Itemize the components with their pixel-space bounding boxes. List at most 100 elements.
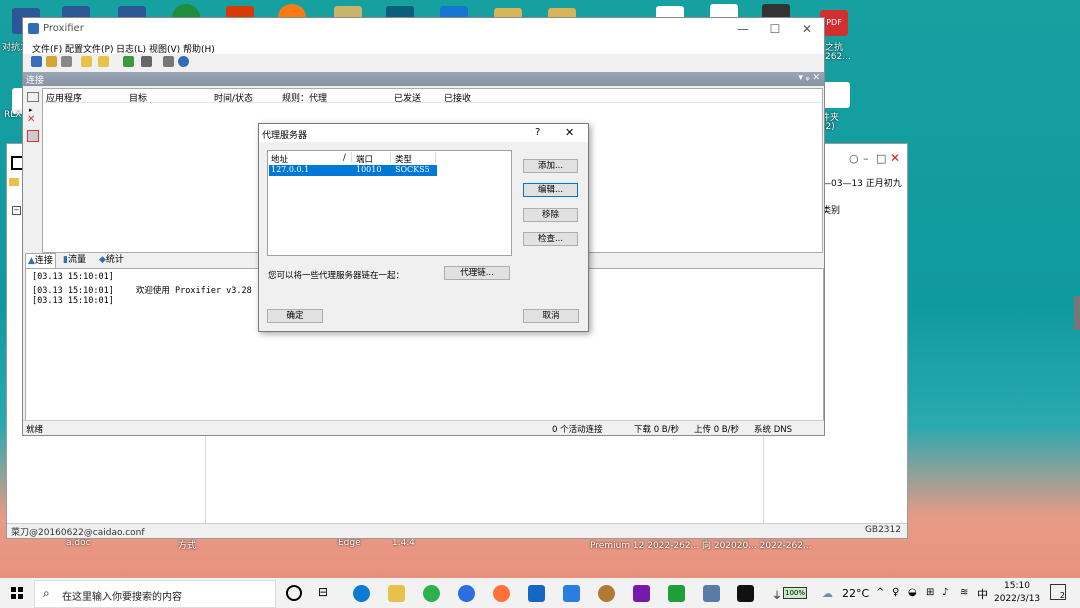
notification-icon[interactable]: 2 [1050, 584, 1066, 600]
network-icon[interactable]: ◒ [908, 587, 917, 598]
save-icon[interactable] [61, 56, 72, 67]
rules-icon[interactable] [141, 56, 152, 67]
close-button[interactable]: ✕ [798, 21, 816, 37]
pycharm-icon[interactable] [668, 585, 685, 602]
close-button[interactable]: ✕ [890, 151, 900, 165]
ime-indicator[interactable]: 中 [977, 586, 988, 602]
statistics-icon: ◆ [99, 255, 106, 265]
minimize-button[interactable]: ○ [849, 152, 859, 165]
log-line: [03.13 15:10:01] [32, 296, 114, 306]
divider [390, 152, 391, 163]
weather-temp[interactable]: 22°C [842, 587, 869, 600]
desktop-label: RLX [4, 110, 22, 120]
window-title: Proxifier [43, 23, 84, 34]
column-address[interactable]: 地址 [271, 153, 288, 165]
proxy-list[interactable]: 地址 / 端口 类型 127.0.0.1 10010 SOCKS5 [267, 150, 512, 256]
dialog-title-bar[interactable]: 代理服务器 ? ✕ [259, 124, 588, 142]
tab-label: 统计 [105, 255, 124, 265]
help-icon[interactable] [178, 56, 189, 67]
clock-time[interactable]: 15:10 [1004, 581, 1030, 591]
folder-small-icon [9, 178, 19, 186]
log-time: [03.13 15:10:01] [32, 296, 114, 306]
remove-button[interactable]: 移除 [523, 208, 578, 222]
column-sort: / [343, 153, 346, 163]
desktop-label: a.doc [66, 538, 91, 548]
volume-icon[interactable]: ♪ [942, 587, 948, 598]
date-text: —03—13 正月初九 [822, 179, 902, 189]
task-view-icon[interactable]: ⊟ [318, 585, 332, 599]
file-explorer-icon[interactable] [388, 585, 405, 602]
log-line: [03.13 15:10:01] [32, 272, 114, 282]
log-time: [03.13 15:10:01] [32, 286, 114, 296]
minimize-button[interactable]: — [734, 21, 752, 37]
battery-indicator[interactable]: 100% [783, 587, 807, 599]
search-box[interactable]: ⌕ 在这里输入你要搜索的内容 [34, 580, 276, 608]
tab-statistics[interactable]: ◆统计 [97, 253, 126, 267]
browser-icon[interactable] [598, 585, 615, 602]
search-placeholder: 在这里输入你要搜索的内容 [62, 592, 182, 603]
chevron-up-icon[interactable]: ^ [876, 587, 884, 598]
columns-icon[interactable] [27, 92, 39, 102]
maximize-button[interactable]: ☐ [766, 21, 784, 37]
column-type[interactable]: 类型 [395, 153, 412, 165]
scroll-handle[interactable] [1074, 296, 1080, 330]
add-button[interactable]: 添加... [523, 159, 578, 173]
desktop-label: 方式 [178, 541, 197, 551]
edge-icon[interactable] [353, 585, 370, 602]
dialog-title: 代理服务器 [262, 131, 308, 141]
open-profile-icon[interactable] [46, 56, 57, 67]
close-button[interactable]: ✕ [565, 126, 574, 139]
check-button[interactable]: 检查... [523, 232, 578, 246]
print-icon[interactable] [163, 56, 174, 67]
proxy-servers-dialog: 代理服务器 ? ✕ 地址 / 端口 类型 127.0.0.1 10010 SOC… [258, 123, 589, 332]
clock-date[interactable]: 2022/3/13 [994, 594, 1040, 604]
onenote-icon[interactable] [633, 585, 650, 602]
proxy-chains-button[interactable]: 代理链... [444, 266, 510, 280]
collapse-icon[interactable]: − [12, 206, 21, 215]
ok-button[interactable]: 确定 [267, 309, 323, 323]
column-port[interactable]: 端口 [356, 153, 373, 165]
edit-button[interactable]: 编辑... [523, 183, 578, 197]
folder-icon[interactable] [98, 56, 109, 67]
todo-icon[interactable] [563, 585, 580, 602]
proxy-servers-icon[interactable] [123, 56, 134, 67]
maximize-button[interactable]: □ [876, 152, 886, 165]
proxy-row[interactable]: 127.0.0.1 10010 SOCKS5 [269, 165, 437, 176]
status-file: 菜刀@20160622@caidao.conf [11, 528, 145, 538]
proxy-type: SOCKS5 [395, 165, 430, 174]
kill-icon[interactable] [27, 130, 39, 142]
wifi-icon[interactable]: ≋ [960, 587, 968, 598]
toolbar [23, 54, 824, 71]
tab-traffic[interactable]: ▮流量 [61, 253, 88, 267]
screenshot-icon[interactable]: ⊞ [926, 587, 934, 598]
proxifier-taskbar-icon[interactable] [703, 585, 720, 602]
dash-button[interactable]: – [863, 152, 869, 165]
cancel-button[interactable]: 取消 [523, 309, 579, 323]
new-profile-icon[interactable] [31, 56, 42, 67]
qq-icon[interactable]: ♀ [892, 587, 899, 598]
cloud-icon: ☁ [822, 587, 833, 600]
status-encoding: GB2312 [864, 525, 901, 535]
l-app-icon[interactable] [458, 585, 475, 602]
dark-app-icon[interactable] [737, 585, 754, 602]
proxy-address: 127.0.0.1 [271, 165, 310, 174]
folder-open-icon[interactable] [81, 56, 92, 67]
pane-controls[interactable]: ▾ ᵩ ✕ [798, 73, 820, 83]
title-bar[interactable]: Proxifier — ☐ ✕ [23, 18, 824, 40]
tab-connections[interactable]: ▲连接 [25, 253, 56, 268]
cortana-icon[interactable] [286, 585, 302, 601]
mail-icon[interactable] [528, 585, 545, 602]
close-connection-icon[interactable]: ✕ [27, 114, 35, 125]
help-button[interactable]: ? [535, 127, 540, 138]
folder-3-icon[interactable] [822, 82, 850, 108]
search-icon: ⌕ [43, 586, 50, 600]
firefox-icon[interactable] [493, 585, 510, 602]
taskbar: ⌕ 在这里输入你要搜索的内容 ⊟ ⏚ 100% ☁ 22°C ^ ♀ ◒ ⊞ ♪… [0, 578, 1080, 608]
arrow-icon: ▸ [29, 106, 33, 114]
windows-start-icon[interactable] [11, 587, 23, 599]
pane-header: 连接 ▾ ᵩ ✕ [23, 72, 824, 86]
desktop-label: 262... [825, 52, 851, 62]
wechat-icon[interactable] [423, 585, 440, 602]
usb-icon[interactable]: ⏚ [772, 587, 782, 602]
log-message: 欢迎使用 Proxifier v3.28 [135, 286, 252, 296]
